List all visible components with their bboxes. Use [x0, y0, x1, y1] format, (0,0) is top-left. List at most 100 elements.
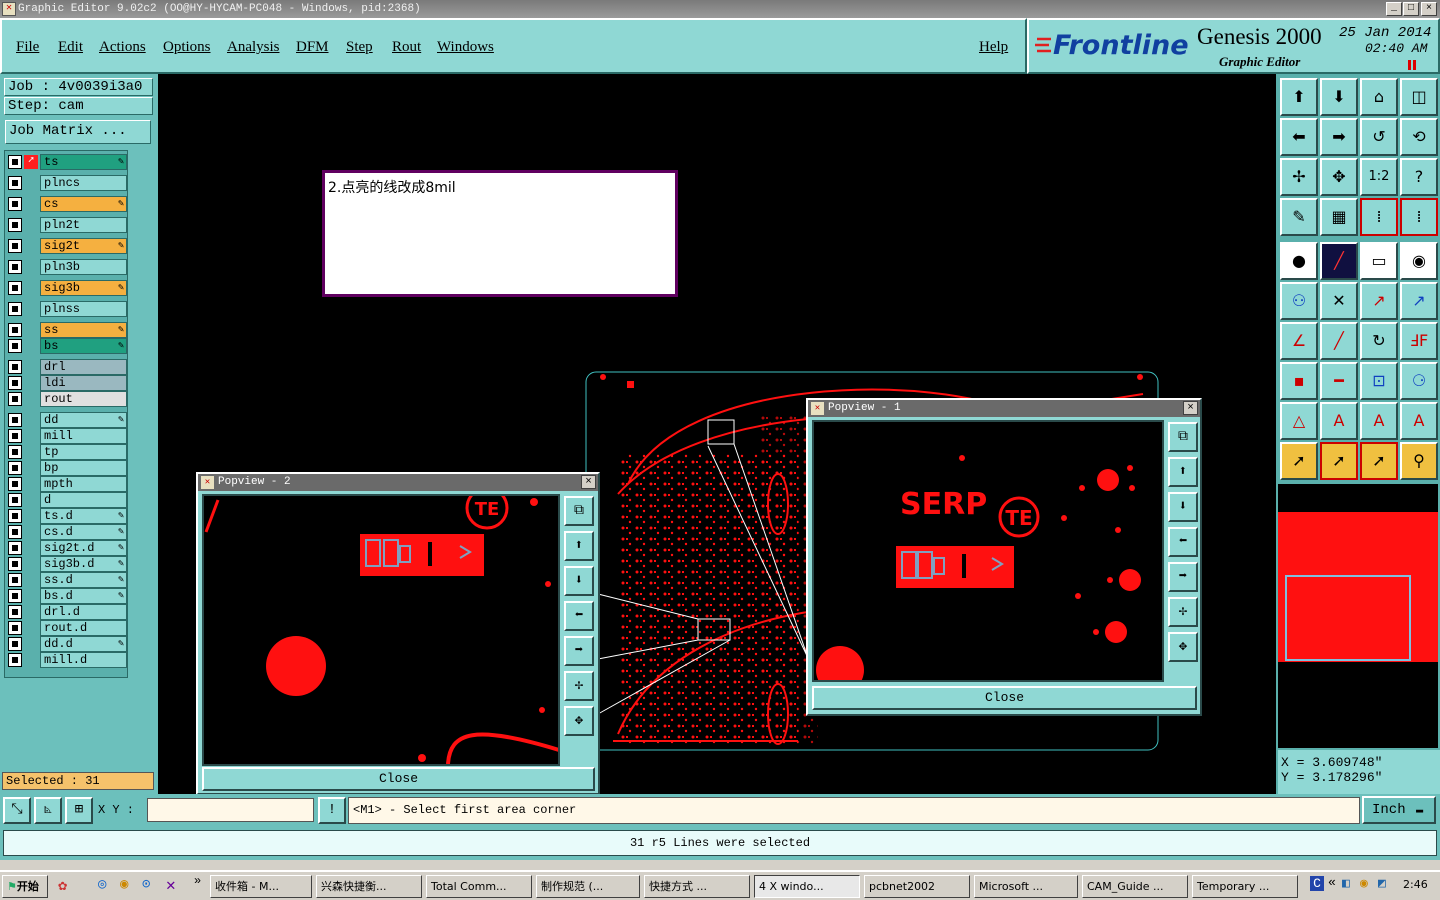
popview-zoom-in-button[interactable]: ✢ — [1168, 597, 1198, 627]
add-pad-icon[interactable]: ● — [1280, 242, 1318, 280]
layer-checkbox[interactable] — [8, 155, 22, 169]
layer-name[interactable]: ts ✎ — [40, 154, 127, 170]
layer-checkbox[interactable] — [8, 477, 22, 491]
job-matrix-button[interactable]: Job Matrix ... — [5, 120, 151, 144]
popview-pan-right-button[interactable]: ➡ — [1168, 562, 1198, 592]
select-area-icon[interactable]: ➚ — [1360, 442, 1398, 480]
layer-checkbox[interactable] — [8, 360, 22, 374]
popview-pan-up-button[interactable]: ⬆ — [564, 531, 594, 561]
layer-checkbox[interactable] — [8, 525, 22, 539]
layer-name[interactable]: plncs — [40, 175, 127, 191]
layer-row-sig2t[interactable]: sig2t ✎ — [6, 238, 128, 254]
layer-row-dd[interactable]: dd ✎ — [6, 412, 128, 428]
layer-checkbox[interactable] — [8, 323, 22, 337]
layer-checkbox[interactable] — [8, 509, 22, 523]
layer-row-drl-d[interactable]: drl.d — [6, 604, 128, 620]
menu-file[interactable]: File — [16, 39, 39, 56]
menu-rout[interactable]: Rout — [392, 39, 421, 56]
menu-actions[interactable]: Actions — [99, 39, 146, 56]
layer-name[interactable]: sig3b ✎ — [40, 280, 127, 296]
layer-name[interactable]: ts.d ✎ — [40, 508, 127, 524]
connect-icon[interactable]: ⚇ — [1280, 282, 1318, 320]
layer-checkbox[interactable] — [8, 653, 22, 667]
line-horizontal-icon[interactable]: ━ — [1320, 362, 1358, 400]
zoom-out-icon[interactable]: ✥ — [1320, 158, 1358, 196]
layer-name[interactable]: plnss — [40, 301, 127, 317]
net-select-icon[interactable]: ⁞ — [1360, 198, 1398, 236]
unit-selector[interactable]: Inch ▬ — [1362, 796, 1436, 824]
undo-view-icon[interactable]: ↺ — [1360, 118, 1398, 156]
tray-icon-2[interactable]: ◉ — [1360, 876, 1368, 891]
layer-row-ts-d[interactable]: ts.d ✎ — [6, 508, 128, 524]
layer-checkbox[interactable] — [8, 218, 22, 232]
ie-icon[interactable]: ◎ — [98, 876, 106, 893]
popview-1-view[interactable]: SERP TE — [812, 420, 1164, 682]
popview-pan-left-button[interactable]: ⬅ — [1168, 527, 1198, 557]
home-view-icon[interactable]: ⌂ — [1360, 78, 1398, 116]
pan-down-icon[interactable]: ⬇ — [1320, 78, 1358, 116]
layer-checkbox[interactable] — [8, 589, 22, 603]
select-box-icon[interactable]: ➚ — [1320, 442, 1358, 480]
layer-checkbox[interactable] — [8, 339, 22, 353]
help-query-icon[interactable]: ? — [1400, 158, 1438, 196]
layer-name[interactable]: dd ✎ — [40, 412, 127, 428]
select-net-icon[interactable]: ⚲ — [1400, 442, 1438, 480]
delete-icon[interactable]: ✕ — [1320, 282, 1358, 320]
angle-icon[interactable]: ∠ — [1280, 322, 1318, 360]
tray-expand-icon[interactable]: « — [1328, 875, 1336, 890]
menu-edit[interactable]: Edit — [58, 39, 83, 56]
angle-snap-icon[interactable]: ⦝ — [34, 797, 62, 824]
layer-name[interactable]: bs.d ✎ — [40, 588, 127, 604]
popview-1-close-button[interactable]: Close — [812, 686, 1197, 710]
tray-icon-3[interactable]: ◩ — [1378, 876, 1386, 891]
layer-row-rout[interactable]: rout — [6, 391, 128, 407]
zoom-home-icon[interactable]: ⬆ — [1280, 78, 1318, 116]
zoom-1-to-1-icon[interactable]: 1:2 — [1360, 158, 1398, 196]
taskbar-task-6[interactable]: 4 X windo... — [754, 875, 860, 898]
layer-checkbox[interactable] — [8, 557, 22, 571]
zoom-in-icon[interactable]: ✢ — [1280, 158, 1318, 196]
work-layer-icon[interactable]: ➚ — [24, 155, 38, 169]
layer-row-d[interactable]: d — [6, 492, 128, 508]
layer-row-sig3b[interactable]: sig3b ✎ — [6, 280, 128, 296]
layer-row-ldi[interactable]: ldi — [6, 375, 128, 391]
layer-checkbox[interactable] — [8, 605, 22, 619]
layer-name[interactable]: sig3b.d ✎ — [40, 556, 127, 572]
triangle-a-icon[interactable]: A — [1320, 402, 1358, 440]
layer-checkbox[interactable] — [8, 445, 22, 459]
taskbar-task-9[interactable]: CAM_Guide ... — [1082, 875, 1188, 898]
layer-row-mpth[interactable]: mpth — [6, 476, 128, 492]
menu-step[interactable]: Step — [346, 39, 373, 56]
overview-map[interactable] — [1278, 484, 1438, 748]
layer-row-cs-d[interactable]: cs.d ✎ — [6, 524, 128, 540]
tray-icon-1[interactable]: ◧ — [1342, 876, 1350, 891]
layer-name[interactable]: dd.d ✎ — [40, 636, 127, 652]
layer-checkbox[interactable] — [8, 493, 22, 507]
taskbar-task-7[interactable]: pcbnet2002 — [864, 875, 970, 898]
layer-name[interactable]: rout — [40, 391, 127, 407]
layer-name[interactable]: bp — [40, 460, 127, 476]
layer-checkbox[interactable] — [8, 239, 22, 253]
layer-checkbox[interactable] — [8, 413, 22, 427]
layer-name[interactable]: mill — [40, 428, 127, 444]
redraw-icon[interactable]: ⟲ — [1400, 118, 1438, 156]
popview-zoom-in-button[interactable]: ✢ — [564, 671, 594, 701]
layer-row-mill-d[interactable]: mill.d — [6, 652, 128, 668]
grid-icon[interactable]: ▦ — [1320, 198, 1358, 236]
quicklaunch-icon-1[interactable]: ✿ — [58, 876, 67, 895]
slope-icon[interactable]: ╱ — [1320, 322, 1358, 360]
layer-name[interactable]: cs.d ✎ — [40, 524, 127, 540]
popview-pan-down-button[interactable]: ⬇ — [564, 566, 594, 596]
layer-row-bs-d[interactable]: bs.d ✎ — [6, 588, 128, 604]
snap-icon[interactable]: ⤡ — [3, 797, 31, 824]
grid-snap-icon[interactable]: ⊞ — [65, 797, 93, 824]
popview-1-close-icon[interactable]: × — [1183, 401, 1198, 415]
popview-zoom-out-button[interactable]: ✥ — [564, 706, 594, 736]
taskbar-task-3[interactable]: Total Comm... — [426, 875, 532, 898]
layer-checkbox[interactable] — [8, 281, 22, 295]
layer-name[interactable]: mill.d — [40, 652, 127, 668]
layer-name[interactable]: rout.d — [40, 620, 127, 636]
quicklaunch-icon-3[interactable]: ⊙ — [142, 876, 150, 893]
layer-name[interactable]: sig2t.d ✎ — [40, 540, 127, 556]
layer-row-cs[interactable]: cs ✎ — [6, 196, 128, 212]
